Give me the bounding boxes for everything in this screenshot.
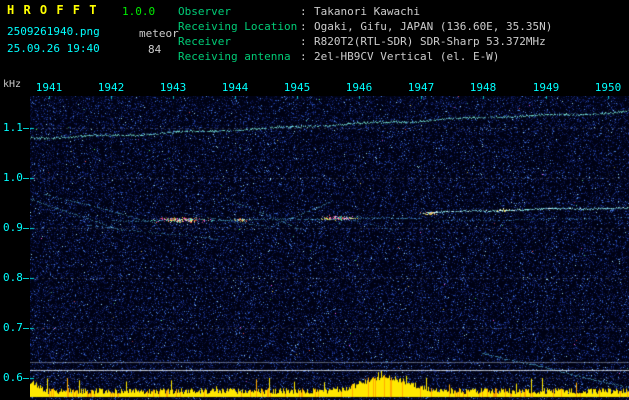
freq-label: 0.7 — [3, 321, 23, 334]
meta-label: Observer — [178, 5, 231, 18]
time-label: 1941 — [35, 81, 63, 94]
time-label: 1950 — [594, 81, 622, 94]
spectrogram-canvas — [30, 96, 629, 400]
capture-filename: 2509261940.png — [7, 25, 100, 38]
capture-datetime: 25.09.26 19:40 — [7, 42, 100, 55]
meta-value: Ogaki, Gifu, JAPAN (136.60E, 35.35N) — [314, 20, 553, 33]
meta-colon: : — [300, 5, 307, 18]
meta-colon: : — [300, 20, 307, 33]
freq-label: 1.1 — [3, 121, 23, 134]
meta-row-observer: Observer : Takanori Kawachi — [178, 4, 552, 19]
meta-label: Receiver — [178, 35, 231, 48]
meta-row-receiver: Receiver : R820T2(RTL-SDR) SDR-Sharp 53.… — [178, 34, 552, 49]
mode-label: meteor — [139, 27, 179, 40]
observation-metadata: Observer : Takanori Kawachi Receiving Lo… — [178, 4, 552, 64]
meta-colon: : — [300, 35, 307, 48]
meta-value: R820T2(RTL-SDR) SDR-Sharp 53.372MHz — [314, 35, 546, 48]
meta-row-receiving-antenna: Receiving antenna : 2el-HB9CV Vertical (… — [178, 49, 552, 64]
echo-count: 84 — [148, 43, 162, 56]
freq-tick-mark — [23, 178, 29, 179]
time-label: 1947 — [407, 81, 435, 94]
meta-label: Receiving Location — [178, 20, 298, 33]
freq-label: 1.0 — [3, 171, 23, 184]
freq-axis-unit: kHz — [3, 79, 22, 90]
freq-tick-mark — [23, 378, 29, 379]
meta-label: Receiving antenna — [178, 50, 291, 63]
freq-tick-mark — [23, 228, 29, 229]
time-label: 1946 — [345, 81, 373, 94]
time-label: 1943 — [159, 81, 187, 94]
meta-colon: : — [300, 50, 307, 63]
meta-row-receiving-location: Receiving Location : Ogaki, Gifu, JAPAN … — [178, 19, 552, 34]
freq-label: 0.6 — [3, 371, 23, 384]
freq-tick-mark — [23, 328, 29, 329]
freq-tick-mark — [23, 128, 29, 129]
hrofft-window: H R O F F T 1.0.0 2509261940.png meteor … — [0, 0, 629, 400]
time-label: 1948 — [469, 81, 497, 94]
freq-label: 0.8 — [3, 271, 23, 284]
time-label: 1942 — [97, 81, 125, 94]
app-title: H R O F F T — [7, 3, 98, 17]
time-label: 1949 — [532, 81, 560, 94]
freq-tick-mark — [23, 278, 29, 279]
time-label: 1945 — [283, 81, 311, 94]
time-label: 1944 — [221, 81, 249, 94]
meta-value: 2el-HB9CV Vertical (el. E-W) — [314, 50, 500, 63]
app-version: 1.0.0 — [122, 5, 156, 18]
meta-value: Takanori Kawachi — [314, 5, 420, 18]
freq-label: 0.9 — [3, 221, 23, 234]
